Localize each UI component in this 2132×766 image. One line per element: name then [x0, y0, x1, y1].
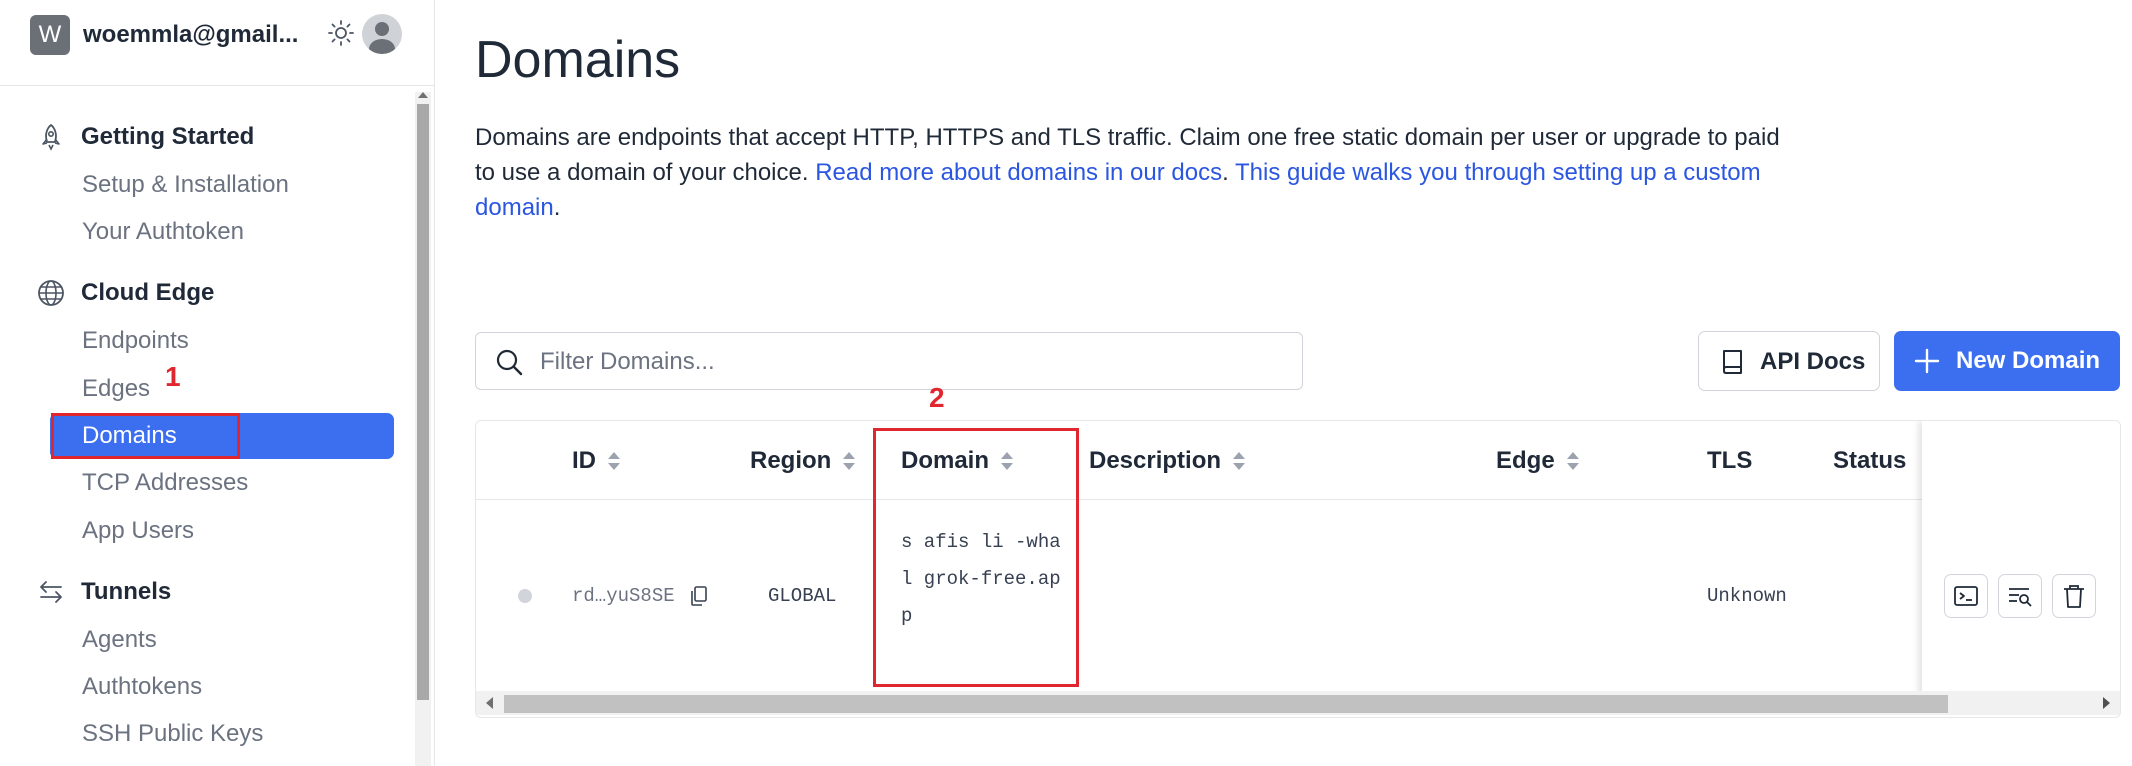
search-input[interactable]: [538, 343, 1282, 381]
docs-link[interactable]: Read more about domains in our docs: [815, 159, 1222, 186]
sidebar-divider: [0, 85, 434, 86]
status-dot: [518, 589, 532, 603]
annotation-box-2: [873, 428, 1079, 687]
cell-tls: Unknown: [1707, 585, 1787, 607]
column-header-edge[interactable]: Edge: [1496, 447, 1579, 475]
sort-icon[interactable]: [608, 450, 620, 472]
nav-section-cloud-edge: Cloud Edge: [36, 278, 214, 308]
column-label: Region: [750, 447, 832, 474]
description-period: .: [1222, 159, 1229, 186]
search-icon: [496, 349, 523, 376]
new-domain-button[interactable]: New Domain: [1894, 331, 2120, 391]
sidebar-item-your-authtoken[interactable]: Your Authtoken: [82, 218, 244, 246]
sun-icon[interactable]: [327, 19, 355, 47]
sidebar-item-ssh-public-keys[interactable]: SSH Public Keys: [82, 720, 263, 748]
account-switcher[interactable]: W woemmla@gmail...: [30, 14, 298, 56]
scroll-right-arrow-icon[interactable]: [2103, 697, 2110, 709]
annotation-number-2: 2: [929, 382, 945, 413]
annotation-box-1: [51, 413, 240, 459]
column-header-tls: TLS: [1707, 447, 1752, 475]
sort-icon[interactable]: [1233, 450, 1246, 472]
sidebar: W woemmla@gmail... Getting Started Setup…: [0, 0, 435, 766]
terminal-button[interactable]: [1944, 574, 1988, 618]
nav-section-tunnels: Tunnels: [36, 577, 171, 607]
delete-button[interactable]: [2052, 574, 2096, 618]
plus-icon: [1914, 348, 1940, 374]
sidebar-item-endpoints[interactable]: Endpoints: [82, 327, 189, 355]
sort-icon[interactable]: [843, 450, 856, 472]
nav-section-title: Tunnels: [81, 578, 172, 605]
column-header-description[interactable]: Description: [1089, 447, 1246, 475]
scroll-left-arrow-icon[interactable]: [486, 697, 493, 709]
account-avatar: W: [30, 15, 70, 55]
sidebar-item-authtokens[interactable]: Authtokens: [82, 673, 202, 701]
list-search-icon: [2009, 588, 2032, 607]
domains-table: ID Region Domain Description Edge TLS St…: [475, 420, 2121, 718]
table-header-divider: [476, 499, 2120, 500]
inspect-button[interactable]: [1998, 574, 2042, 618]
column-label: Description: [1089, 447, 1222, 474]
column-header-region[interactable]: Region: [750, 447, 856, 475]
column-label: Status: [1833, 447, 1907, 474]
column-label: ID: [572, 447, 596, 474]
column-header-id[interactable]: ID: [572, 447, 620, 475]
nav-section-title: Cloud Edge: [81, 279, 215, 306]
terminal-icon: [1954, 586, 1978, 606]
description-period: .: [553, 194, 561, 221]
sidebar-item-agents[interactable]: Agents: [82, 626, 157, 654]
arrows-exchange-icon: [40, 581, 62, 603]
sort-icon[interactable]: [1566, 450, 1579, 472]
nav-section-title: Getting Started: [81, 123, 255, 150]
page-description: Domains are endpoints that accept HTTP, …: [475, 120, 1805, 225]
sidebar-item-setup-installation[interactable]: Setup & Installation: [82, 171, 289, 199]
copy-icon[interactable]: [690, 585, 708, 607]
column-label: Edge: [1496, 447, 1555, 474]
new-domain-label: New Domain: [1956, 347, 2101, 374]
account-email: woemmla@gmail...: [83, 21, 299, 48]
scrollbar-thumb[interactable]: [504, 695, 1948, 713]
filter-domains-search[interactable]: [475, 332, 1303, 390]
annotation-number-1: 1: [165, 361, 181, 392]
cell-region: GLOBAL: [768, 585, 837, 607]
column-label: TLS: [1707, 447, 1753, 474]
sidebar-item-tcp-addresses[interactable]: TCP Addresses: [82, 469, 248, 497]
page-title: Domains: [475, 31, 681, 89]
column-header-status[interactable]: Status: [1833, 447, 1906, 475]
nav-section-getting-started: Getting Started: [36, 122, 254, 152]
scroll-up-arrow-icon[interactable]: [418, 92, 428, 98]
sidebar-item-app-users[interactable]: App Users: [82, 517, 194, 545]
sidebar-item-edges[interactable]: Edges: [82, 375, 150, 403]
trash-icon: [2064, 585, 2084, 608]
table-horizontal-scrollbar[interactable]: [476, 691, 2120, 715]
scrollbar-thumb[interactable]: [417, 104, 429, 700]
globe-icon: [38, 280, 64, 306]
sidebar-scrollbar[interactable]: [415, 92, 431, 766]
row-actions: [1922, 421, 2120, 697]
api-docs-button[interactable]: API Docs: [1698, 331, 1880, 391]
book-icon: [1723, 350, 1742, 374]
user-avatar-icon[interactable]: [362, 14, 402, 54]
api-docs-label: API Docs: [1760, 348, 1866, 375]
rocket-icon: [42, 124, 60, 151]
cell-id: rd…yuS8SE: [572, 585, 675, 607]
